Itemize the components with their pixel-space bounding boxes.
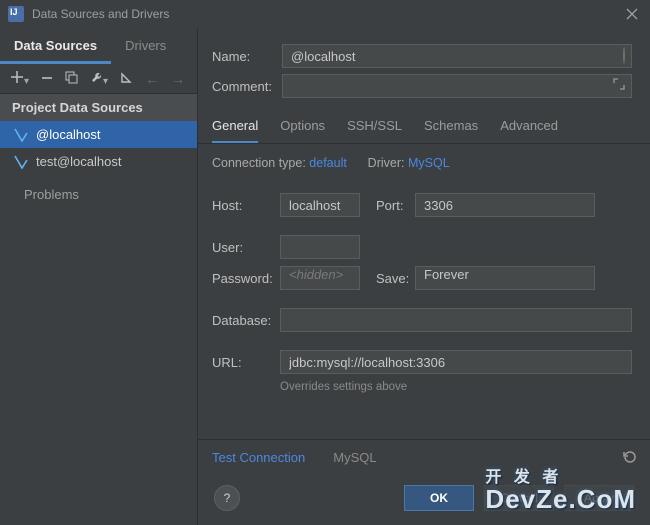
tab-options[interactable]: Options [280, 118, 325, 143]
add-button[interactable]: ▾ [10, 70, 29, 87]
datasource-label: test@localhost [36, 154, 121, 169]
wrench-icon [90, 71, 103, 84]
app-icon [8, 6, 24, 22]
close-icon [626, 8, 638, 20]
tab-schemas[interactable]: Schemas [424, 118, 478, 143]
password-label: Password: [212, 271, 280, 286]
url-input[interactable] [280, 350, 632, 374]
driver-label: Driver: [368, 156, 405, 170]
project-data-sources-header: Project Data Sources [0, 94, 197, 121]
right-panel: Name: @localhost Comment: [198, 28, 650, 525]
connection-type-label: Connection type: [212, 156, 306, 170]
datasource-localhost[interactable]: @localhost [0, 121, 197, 148]
settings-button[interactable]: ▾ [90, 71, 108, 87]
duplicate-button[interactable] [65, 71, 78, 87]
data-sources-dialog: Data Sources and Drivers Data Sources Dr… [0, 0, 650, 525]
expand-icon[interactable] [613, 78, 625, 93]
host-input[interactable] [280, 193, 360, 217]
tab-general[interactable]: General [212, 118, 258, 143]
url-hint: Overrides settings above [280, 381, 632, 393]
next-button[interactable]: → [171, 71, 185, 87]
test-connection-link[interactable]: Test Connection [212, 450, 305, 467]
host-label: Host: [212, 198, 280, 213]
name-label: Name: [212, 49, 282, 64]
database-label: Database: [212, 313, 280, 328]
remove-button[interactable] [41, 71, 53, 87]
left-tabs: Data Sources Drivers [0, 28, 197, 64]
name-value: @localhost [291, 49, 356, 64]
driver-value[interactable]: MySQL [408, 156, 450, 170]
save-dropdown[interactable]: Forever [415, 266, 595, 290]
close-button[interactable] [622, 4, 642, 24]
general-form: Host: Port: User: Password: <hidden> Sav… [198, 182, 650, 403]
header-form: Name: @localhost Comment: [198, 28, 650, 108]
comment-field[interactable] [282, 74, 632, 98]
detail-tabs: General Options SSH/SSL Schemas Advanced [198, 108, 650, 144]
tab-ssh-ssl[interactable]: SSH/SSL [347, 118, 402, 143]
dialog-body: Data Sources Drivers ▾ ▾ ← [0, 28, 650, 525]
revert-button[interactable] [622, 450, 636, 467]
tab-advanced[interactable]: Advanced [500, 118, 558, 143]
prev-button[interactable]: ← [145, 71, 159, 87]
name-field[interactable]: @localhost [282, 44, 632, 68]
help-button[interactable]: ? [214, 485, 240, 511]
database-input[interactable] [280, 308, 632, 332]
minus-icon [41, 72, 53, 84]
tab-data-sources[interactable]: Data Sources [0, 28, 111, 64]
left-toolbar: ▾ ▾ ← → [0, 64, 197, 94]
save-label: Save: [360, 271, 415, 286]
angle-icon [120, 71, 133, 84]
connection-type-value[interactable]: default [309, 156, 347, 170]
titlebar: Data Sources and Drivers [0, 0, 650, 28]
color-circle-icon[interactable] [623, 48, 625, 63]
tab-drivers[interactable]: Drivers [111, 28, 180, 64]
footer-links: Test Connection MySQL [198, 439, 650, 477]
driver-link[interactable]: MySQL [333, 450, 376, 467]
window-title: Data Sources and Drivers [32, 7, 169, 21]
apply-button[interactable]: Apply [564, 485, 634, 511]
password-input[interactable]: <hidden> [280, 266, 360, 290]
url-label: URL: [212, 355, 280, 370]
cancel-button[interactable]: Cancel [484, 485, 554, 511]
make-global-button[interactable] [120, 71, 133, 87]
dialog-buttons: ? OK Cancel Apply [198, 477, 650, 525]
comment-label: Comment: [212, 79, 282, 94]
user-input[interactable] [280, 235, 360, 259]
revert-icon [622, 450, 636, 464]
copy-icon [65, 71, 78, 84]
datasource-label: @localhost [36, 127, 101, 142]
db-icon [14, 155, 28, 169]
port-label: Port: [360, 198, 415, 213]
ok-button[interactable]: OK [404, 485, 474, 511]
plus-icon [10, 70, 24, 84]
connection-type-line: Connection type: default Driver: MySQL [198, 144, 650, 182]
datasource-test-localhost[interactable]: test@localhost [0, 148, 197, 175]
db-icon [14, 128, 28, 142]
user-label: User: [212, 240, 280, 255]
port-input[interactable] [415, 193, 595, 217]
problems-link[interactable]: Problems [0, 175, 197, 214]
left-panel: Data Sources Drivers ▾ ▾ ← [0, 28, 198, 525]
